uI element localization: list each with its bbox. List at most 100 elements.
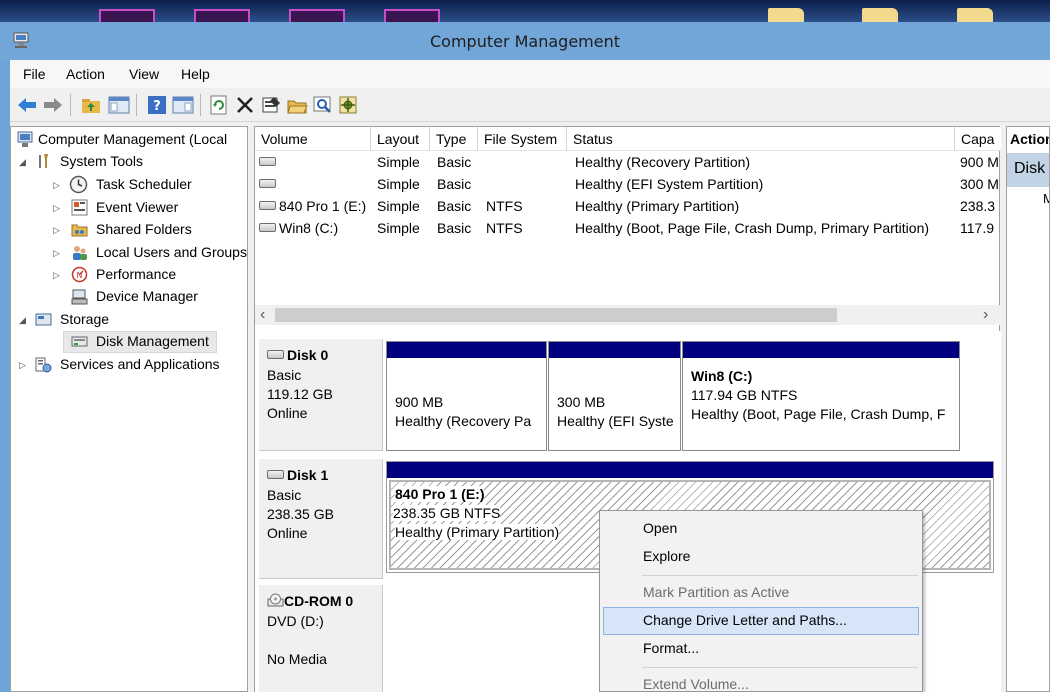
system-tools-icon bbox=[39, 154, 48, 168]
properties-icon[interactable] bbox=[260, 95, 282, 115]
collapsed-arrow-icon[interactable]: ▷ bbox=[53, 180, 60, 191]
scroll-right-icon[interactable]: › bbox=[983, 306, 988, 324]
menu-bar: File Action View Help bbox=[10, 60, 1050, 88]
delete-icon[interactable] bbox=[234, 95, 256, 115]
menu-item-extend-volume[interactable]: Extend Volume... bbox=[603, 671, 919, 692]
tree-label: Device Manager bbox=[96, 288, 198, 304]
toolbar-separator bbox=[70, 94, 71, 116]
help-icon[interactable]: ? bbox=[146, 95, 168, 115]
column-status[interactable]: Status bbox=[567, 127, 955, 151]
navigation-tree: Computer Management (Local ◢ System Tool… bbox=[10, 126, 248, 692]
settings-icon[interactable] bbox=[338, 95, 360, 115]
menu-view[interactable]: View bbox=[129, 66, 159, 82]
disk-size bbox=[267, 632, 382, 651]
tree-item-system-tools[interactable]: ◢ System Tools bbox=[17, 151, 247, 173]
volume-layout: Simple bbox=[377, 154, 420, 170]
tree-item-computer-management[interactable]: Computer Management (Local bbox=[17, 129, 247, 151]
partition-context-menu: Open Explore Mark Partition as Active Ch… bbox=[599, 510, 923, 692]
menu-file[interactable]: File bbox=[23, 66, 46, 82]
scrollbar-thumb[interactable] bbox=[275, 308, 837, 322]
tree-label: Task Scheduler bbox=[96, 176, 192, 192]
column-layout[interactable]: Layout bbox=[371, 127, 430, 151]
scroll-left-icon[interactable]: ‹ bbox=[260, 306, 265, 324]
clock-icon bbox=[69, 175, 88, 194]
column-capacity[interactable]: Capa bbox=[955, 127, 1001, 151]
collapsed-arrow-icon[interactable]: ▷ bbox=[53, 248, 60, 259]
volume-status: Healthy (Primary Partition) bbox=[575, 198, 740, 214]
disk-type: DVD (D:) bbox=[267, 613, 324, 629]
tree-item-task-scheduler[interactable]: ▷ Task Scheduler bbox=[17, 174, 247, 196]
tree-item-services-and-applications[interactable]: ▷ Services and Applications bbox=[17, 354, 247, 376]
volume-row[interactable]: Simple Basic Healthy (Recovery Partition… bbox=[255, 152, 1001, 174]
disk-1-info[interactable]: Disk 1 Basic 238.35 GB Online bbox=[259, 459, 383, 579]
disk-0-info[interactable]: Disk 0 Basic 119.12 GB Online bbox=[259, 339, 383, 451]
disk-state: No Media bbox=[267, 651, 327, 667]
column-file-system[interactable]: File System bbox=[478, 127, 567, 151]
tree-item-shared-folders[interactable]: ▷ Shared Folders bbox=[17, 219, 247, 241]
actions-disk-management[interactable]: Disk bbox=[1007, 153, 1049, 187]
volume-type: Basic bbox=[437, 198, 472, 214]
partition-efi[interactable]: 300 MB Healthy (EFI Syste bbox=[548, 341, 681, 451]
column-type[interactable]: Type bbox=[430, 127, 478, 151]
menu-action[interactable]: Action bbox=[66, 66, 105, 82]
volume-icon bbox=[259, 179, 276, 188]
disk-icon bbox=[267, 350, 284, 359]
collapsed-arrow-icon[interactable]: ▷ bbox=[53, 203, 60, 214]
back-icon[interactable] bbox=[16, 95, 38, 115]
open-folder-icon[interactable] bbox=[286, 95, 308, 115]
refresh-icon[interactable] bbox=[208, 95, 230, 115]
menu-separator bbox=[642, 575, 918, 576]
tree-item-performance[interactable]: ▷ N Performance bbox=[17, 264, 247, 286]
volume-row[interactable]: 840 Pro 1 (E:) Simple Basic NTFS Healthy… bbox=[255, 196, 1001, 218]
title-bar[interactable]: Computer Management bbox=[0, 22, 1050, 60]
actions-pane: Action Disk M bbox=[1006, 126, 1050, 692]
tree-item-device-manager[interactable]: Device Manager bbox=[17, 286, 247, 308]
disk-name: Disk 0 bbox=[287, 347, 329, 363]
toolbar: ? bbox=[10, 88, 1050, 122]
volume-row[interactable]: Win8 (C:) Simple Basic NTFS Healthy (Boo… bbox=[255, 218, 1001, 240]
volume-capacity: 300 M bbox=[960, 176, 999, 192]
disk-type: Basic bbox=[267, 367, 302, 383]
show-hide-action-pane-icon[interactable] bbox=[172, 95, 194, 115]
tree-label: Computer Management (Local bbox=[38, 131, 228, 147]
partition-title: Win8 (C:) bbox=[691, 368, 753, 384]
tree-label: Disk Management bbox=[96, 333, 209, 349]
cdrom-0-info[interactable]: CD-ROM 0 DVD (D:) No Media bbox=[259, 585, 383, 692]
tree-item-local-users-and-groups[interactable]: ▷ Local Users and Groups bbox=[17, 242, 249, 264]
partition-recovery[interactable]: 900 MB Healthy (Recovery Pa bbox=[386, 341, 547, 451]
forward-icon[interactable] bbox=[42, 95, 64, 115]
collapsed-arrow-icon[interactable]: ▷ bbox=[53, 225, 60, 236]
volume-status: Healthy (Boot, Page File, Crash Dump, Pr… bbox=[575, 220, 930, 236]
menu-help[interactable]: Help bbox=[181, 66, 210, 82]
disk-state: Online bbox=[267, 405, 308, 421]
tree-item-storage[interactable]: ◢ Storage bbox=[17, 309, 247, 331]
volume-row[interactable]: Simple Basic Healthy (EFI System Partiti… bbox=[255, 174, 1001, 196]
expanded-arrow-icon[interactable]: ◢ bbox=[19, 157, 26, 168]
column-volume[interactable]: Volume bbox=[255, 127, 371, 151]
menu-item-format[interactable]: Format... bbox=[603, 635, 919, 663]
partition-bar bbox=[549, 342, 680, 358]
collapsed-arrow-icon[interactable]: ▷ bbox=[53, 270, 60, 281]
actions-more[interactable]: M bbox=[1043, 191, 1049, 206]
show-hide-tree-icon[interactable] bbox=[108, 95, 130, 115]
menu-separator bbox=[642, 667, 918, 668]
menu-item-open[interactable]: Open bbox=[603, 515, 919, 543]
partition-status: Healthy (Recovery Pa bbox=[395, 413, 532, 429]
up-folder-icon[interactable] bbox=[80, 95, 102, 115]
menu-item-explore[interactable]: Explore bbox=[603, 543, 919, 571]
volume-icon bbox=[259, 201, 276, 210]
tree-item-event-viewer[interactable]: ▷ Event Viewer bbox=[17, 197, 247, 219]
search-icon[interactable] bbox=[312, 95, 334, 115]
tree-item-disk-management[interactable]: Disk Management bbox=[17, 331, 227, 353]
volume-list-header: Volume Layout Type File System Status Ca… bbox=[255, 127, 1001, 151]
menu-item-change-drive-letter[interactable]: Change Drive Letter and Paths... bbox=[603, 607, 919, 635]
partition-win8[interactable]: Win8 (C:) 117.94 GB NTFS Healthy (Boot, … bbox=[682, 341, 960, 451]
collapsed-arrow-icon[interactable]: ▷ bbox=[19, 360, 26, 371]
partition-size: 900 MB bbox=[395, 394, 444, 410]
device-manager-icon bbox=[71, 289, 88, 305]
expanded-arrow-icon[interactable]: ◢ bbox=[19, 315, 26, 326]
horizontal-scrollbar[interactable]: ‹ › bbox=[255, 305, 1001, 325]
services-icon bbox=[35, 357, 52, 373]
menu-item-mark-partition-active[interactable]: Mark Partition as Active bbox=[603, 579, 919, 607]
partition-title: 840 Pro 1 (E:) bbox=[395, 486, 485, 502]
